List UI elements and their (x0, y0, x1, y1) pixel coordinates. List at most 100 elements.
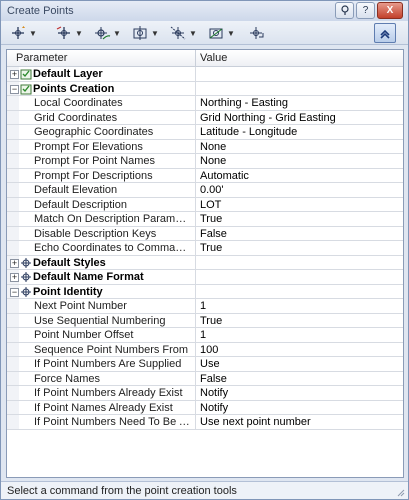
property-value[interactable]: 100 (200, 344, 218, 356)
property-label: Point Number Offset (34, 329, 134, 341)
property-row[interactable]: Prompt For Descriptions Automatic (7, 168, 403, 183)
property-row[interactable]: Point Number Offset 1 (7, 328, 403, 343)
expand-icon[interactable]: + (10, 70, 19, 79)
pin-icon (340, 5, 349, 15)
status-bar: Select a command from the point creation… (1, 481, 408, 499)
property-value[interactable]: Grid Northing - Grid Easting (200, 112, 336, 124)
points-alignment-tool[interactable]: ▼ (93, 24, 129, 42)
property-label: Match On Description Parameters ... (34, 213, 192, 225)
property-label: Echo Coordinates to Command Line (34, 242, 192, 254)
property-row[interactable]: Next Point Number 1 (7, 299, 403, 314)
property-label: Sequence Point Numbers From (34, 343, 189, 356)
points-slope-icon (209, 28, 223, 39)
collapse-icon[interactable]: − (10, 287, 19, 297)
property-row[interactable]: Use Sequential Numbering True (7, 313, 403, 328)
property-row[interactable]: Geographic Coordinates Latitude - Longitu… (7, 125, 403, 140)
property-value[interactable]: None (200, 141, 226, 153)
points-interpolate-icon (170, 26, 186, 40)
create-points-window: Create Points ? X ▼ ▼ ▼ ▼ ▼ ▼ Parameter … (0, 0, 409, 500)
property-value[interactable]: LOT (200, 199, 221, 211)
layer-check-icon (20, 84, 32, 94)
collapse-icon[interactable]: − (10, 84, 19, 94)
property-row[interactable]: Default Description LOT (7, 197, 403, 212)
points-slope-tool[interactable]: ▼ (207, 24, 243, 42)
property-label: Prompt For Elevations (34, 140, 143, 153)
property-label: Default Elevation (34, 184, 118, 196)
expand-icon[interactable]: + (10, 273, 19, 282)
title-bar[interactable]: Create Points ? X (1, 1, 408, 21)
help-button[interactable]: ? (356, 2, 375, 19)
group-row[interactable]: + Default Styles (7, 255, 403, 270)
property-row[interactable]: Prompt For Point Names None (7, 154, 403, 169)
property-label: If Point Names Already Exist (34, 401, 173, 414)
property-value[interactable]: Northing - Easting (200, 97, 288, 109)
property-value[interactable]: True (200, 242, 222, 254)
property-row[interactable]: Sequence Point Numbers From 100 (7, 342, 403, 357)
property-value[interactable]: None (200, 155, 226, 167)
property-row[interactable]: Grid Coordinates Grid Northing - Grid Eas… (7, 110, 403, 125)
parameter-column-header[interactable]: Parameter (16, 52, 67, 64)
property-label: If Point Numbers Are Supplied (34, 358, 182, 370)
points-miscellaneous-tool[interactable]: ▼ (9, 24, 45, 42)
group-label: Default Name Format (33, 271, 144, 283)
property-row[interactable]: Force Names False (7, 371, 403, 386)
property-label: Prompt For Point Names (34, 155, 156, 167)
close-button[interactable]: X (377, 2, 403, 19)
point-style-icon (21, 286, 31, 297)
points-surface-tool[interactable]: ▼ (131, 24, 167, 42)
property-value[interactable]: True (200, 213, 222, 225)
property-row[interactable]: Match On Description Parameters ... True (7, 212, 403, 227)
property-value[interactable]: True (200, 315, 222, 327)
property-label: Prompt For Descriptions (34, 169, 153, 182)
points-intersection-icon (56, 26, 70, 39)
property-label: If Point Numbers Already Exist (34, 387, 183, 399)
property-row[interactable]: Prompt For Elevations None (7, 139, 403, 154)
group-label: Default Layer (33, 68, 103, 80)
property-label: Next Point Number (34, 300, 127, 312)
property-row[interactable]: Echo Coordinates to Command Line True (7, 241, 403, 256)
property-value[interactable]: Notify (200, 402, 228, 414)
property-value[interactable]: 0.00' (200, 184, 224, 196)
group-row[interactable]: − Point Identity (7, 284, 403, 299)
property-value[interactable]: Use next point number (200, 416, 311, 428)
points-surface-icon (133, 26, 147, 40)
parameter-grid: Parameter Value + Default Layer − Points Cr… (6, 49, 404, 478)
group-label: Points Creation (33, 82, 115, 95)
import-points-tool[interactable] (247, 24, 269, 42)
property-label: Force Names (34, 372, 101, 385)
toolbar: ▼ ▼ ▼ ▼ ▼ ▼ (1, 21, 408, 45)
points-intersection-tool[interactable]: ▼ (55, 24, 91, 42)
property-value[interactable]: 1 (200, 329, 206, 341)
property-value[interactable]: Use (200, 358, 220, 370)
group-label: Default Styles (33, 256, 106, 269)
property-label: Use Sequential Numbering (34, 314, 166, 327)
group-row[interactable]: + Default Layer (7, 67, 403, 82)
group-row[interactable]: + Default Name Format (7, 270, 403, 285)
point-style-icon (21, 272, 31, 282)
group-row[interactable]: − Points Creation (7, 81, 403, 96)
property-row[interactable]: Default Elevation 0.00' (7, 183, 403, 198)
pin-button[interactable] (335, 2, 354, 19)
grid-header: Parameter Value (7, 50, 403, 67)
property-row[interactable]: Local Coordinates Northing - Easting (7, 96, 403, 111)
property-row[interactable]: Disable Description Keys False (7, 226, 403, 241)
import-points-icon (250, 27, 264, 39)
resize-grip-icon[interactable] (395, 487, 405, 497)
value-column-header[interactable]: Value (200, 52, 227, 64)
property-row[interactable]: If Point Numbers Need To Be Assi... Use n… (7, 415, 403, 430)
points-alignment-icon (95, 27, 111, 40)
property-value[interactable]: 1 (200, 300, 206, 312)
property-row[interactable]: If Point Numbers Are Supplied Use (7, 357, 403, 372)
property-value[interactable]: Notify (200, 387, 228, 399)
property-value[interactable]: Latitude - Longitude (200, 126, 297, 138)
expand-collapse-button[interactable] (374, 23, 396, 43)
property-row[interactable]: If Point Names Already Exist Notify (7, 400, 403, 415)
property-label: Geographic Coordinates (34, 126, 154, 138)
property-value[interactable]: Automatic (200, 170, 249, 182)
property-value[interactable]: False (200, 228, 227, 240)
expand-icon[interactable]: + (10, 258, 19, 268)
points-interpolate-tool[interactable]: ▼ (169, 24, 205, 42)
property-value[interactable]: False (200, 373, 227, 385)
property-label: Default Description (34, 198, 127, 211)
property-row[interactable]: If Point Numbers Already Exist Notify (7, 386, 403, 401)
